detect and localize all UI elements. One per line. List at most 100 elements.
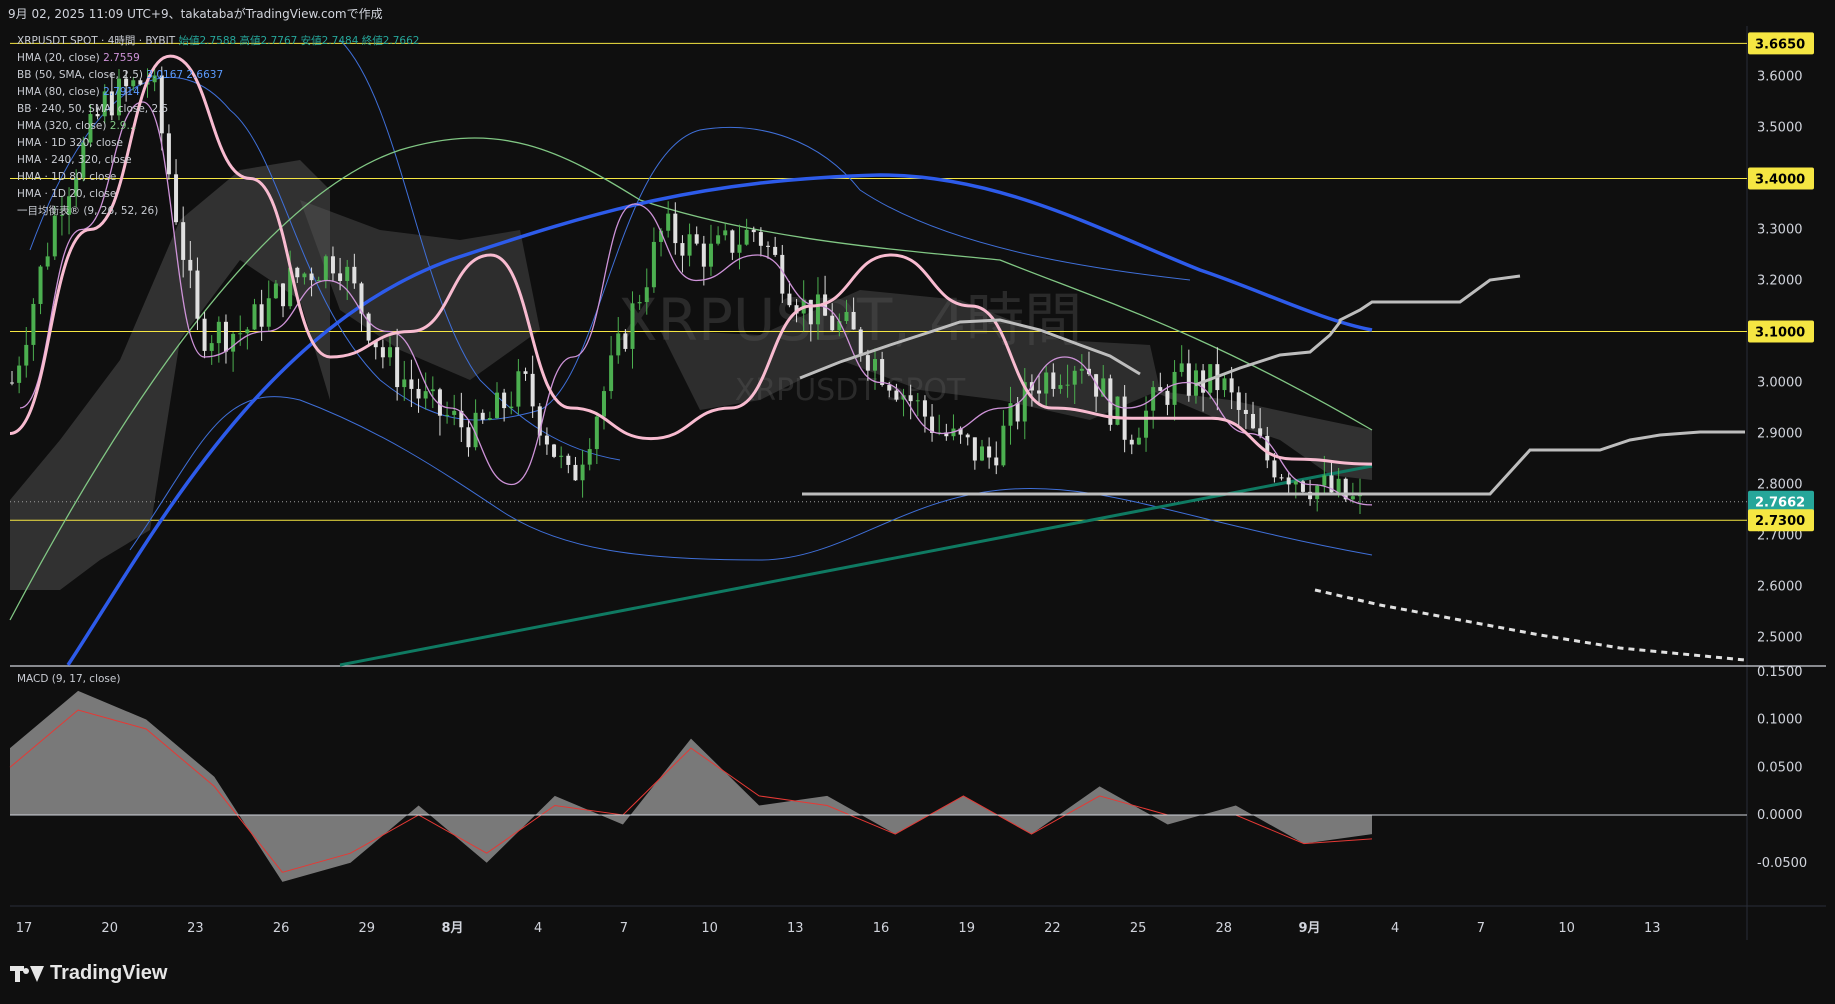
candle-body <box>651 241 656 288</box>
candle-body <box>380 347 385 358</box>
candle-body <box>858 329 863 356</box>
chart-frame: 9月 02, 2025 11:09 UTC+9、takatabaがTrading… <box>0 0 1835 1004</box>
candle-body <box>295 267 300 278</box>
candle-body <box>1065 384 1070 386</box>
legend-value: 3.0167 2.6637 <box>146 69 224 81</box>
candle-body <box>1115 396 1120 425</box>
candle-body <box>965 434 970 438</box>
candle-body <box>480 412 485 420</box>
candle-body <box>987 446 992 458</box>
time-tick-label: 10 <box>701 921 718 936</box>
candle-body <box>922 400 927 417</box>
price-tick-label: 2.9000 <box>1757 427 1803 442</box>
candle-body <box>573 464 578 481</box>
legend-value: 2.7559 <box>103 52 140 64</box>
candle-body <box>773 246 778 255</box>
legend-row[interactable]: HMA · 240, 320, close <box>17 152 419 169</box>
candle-body <box>17 365 22 383</box>
candle-body <box>273 283 278 299</box>
candle-body <box>45 256 50 267</box>
candle-body <box>245 329 250 334</box>
legend-value: 始値2.7588 高値2.7767 安値2.7484 終値2.7662 <box>178 35 420 47</box>
macd-tick-label: 0.0000 <box>1757 808 1803 823</box>
candle-body <box>1037 390 1042 394</box>
candle-body <box>830 315 835 331</box>
candle-body <box>1293 481 1298 485</box>
legend-row[interactable]: XRPUSDT SPOT · 4時間 · BYBIT 始値2.7588 高値2.… <box>17 33 419 50</box>
legend-row[interactable]: HMA · 1D 320, close <box>17 135 419 152</box>
candle-body <box>395 347 400 388</box>
price-badge-label-0: 3.6650 <box>1755 37 1805 52</box>
legend-label: HMA (320, close) <box>17 120 110 132</box>
candle-body <box>238 333 243 335</box>
legend-row[interactable]: BB · 240, 50, SMA, close, 2.5 <box>17 101 419 118</box>
candle-body <box>1286 477 1291 485</box>
candle-body <box>1350 496 1355 500</box>
tradingview-logo[interactable]: TradingView <box>10 962 167 985</box>
time-tick-label: 22 <box>1044 921 1061 936</box>
price-badge-label-2: 3.1000 <box>1755 326 1805 341</box>
candle-body <box>594 416 599 450</box>
candle-body <box>502 392 507 409</box>
time-tick-label: 9月 <box>1298 921 1320 936</box>
candle-body <box>1243 409 1248 414</box>
legend-row[interactable]: HMA · 1D 80, close <box>17 169 419 186</box>
candle-body <box>873 359 878 371</box>
candle-body <box>494 392 499 419</box>
time-tick-label: 17 <box>16 921 33 936</box>
time-tick-label: 20 <box>101 921 118 936</box>
candle-body <box>10 382 14 384</box>
time-tick-label: 19 <box>958 921 975 936</box>
candle-body <box>680 243 685 256</box>
candle-body <box>252 304 257 330</box>
candle-body <box>666 213 671 231</box>
legend-row[interactable]: 一目均衡表® (9, 26, 52, 26) <box>17 203 419 220</box>
candle-body <box>1165 390 1170 405</box>
candle-body <box>694 234 699 244</box>
candle-body <box>580 464 585 481</box>
candle-body <box>38 266 43 304</box>
time-tick-label: 4 <box>1391 921 1399 936</box>
candle-body <box>1158 387 1163 391</box>
candle-body <box>766 245 771 247</box>
price-badge-label-3: 2.7662 <box>1755 496 1805 511</box>
candle-body <box>402 379 407 388</box>
candle-body <box>616 333 621 356</box>
price-tick-label: 3.3000 <box>1757 223 1803 238</box>
candle-body <box>530 373 535 407</box>
legend-row[interactable]: BB (50, SMA, close, 2.5) 3.0167 2.6637 <box>17 67 419 84</box>
legend-label: HMA · 1D 80, close <box>17 171 117 183</box>
candle-body <box>723 230 728 236</box>
candle-body <box>601 391 606 417</box>
candle-body <box>972 437 977 461</box>
macd-tick-label: 0.0500 <box>1757 760 1803 775</box>
candle-body <box>323 256 328 281</box>
candle-body <box>231 333 236 352</box>
price-tick-label: 2.8000 <box>1757 478 1803 493</box>
price-tick-label: 2.6000 <box>1757 580 1803 595</box>
time-tick-label: 16 <box>873 921 890 936</box>
candle-body <box>1079 368 1084 371</box>
macd-tick-label: 0.1000 <box>1757 713 1803 728</box>
brand-name: TradingView <box>50 962 168 984</box>
candle-body <box>452 410 457 415</box>
time-tick-label: 28 <box>1216 921 1233 936</box>
legend-row[interactable]: HMA (80, close) 2.7914 <box>17 84 419 101</box>
candle-body <box>509 406 514 409</box>
candle-body <box>787 293 792 306</box>
candle-body <box>1072 370 1077 385</box>
legend-row[interactable]: HMA (320, close) 2.9... <box>17 118 419 135</box>
time-tick-label: 13 <box>1644 921 1661 936</box>
candle-body <box>637 302 642 304</box>
candle-body <box>566 455 571 465</box>
macd-tick-label: -0.0500 <box>1757 856 1807 871</box>
macd-legend: MACD (9, 17, close) <box>17 673 121 685</box>
legend-row[interactable]: HMA · 1D 20, close <box>17 186 419 203</box>
candle-body <box>1315 485 1320 500</box>
price-tick-label: 3.6000 <box>1757 70 1803 85</box>
candle-body <box>195 270 200 319</box>
legend-row[interactable]: HMA (20, close) 2.7559 <box>17 50 419 67</box>
candle-body <box>1144 410 1149 438</box>
time-tick-label: 26 <box>273 921 290 936</box>
candle-body <box>865 355 870 371</box>
